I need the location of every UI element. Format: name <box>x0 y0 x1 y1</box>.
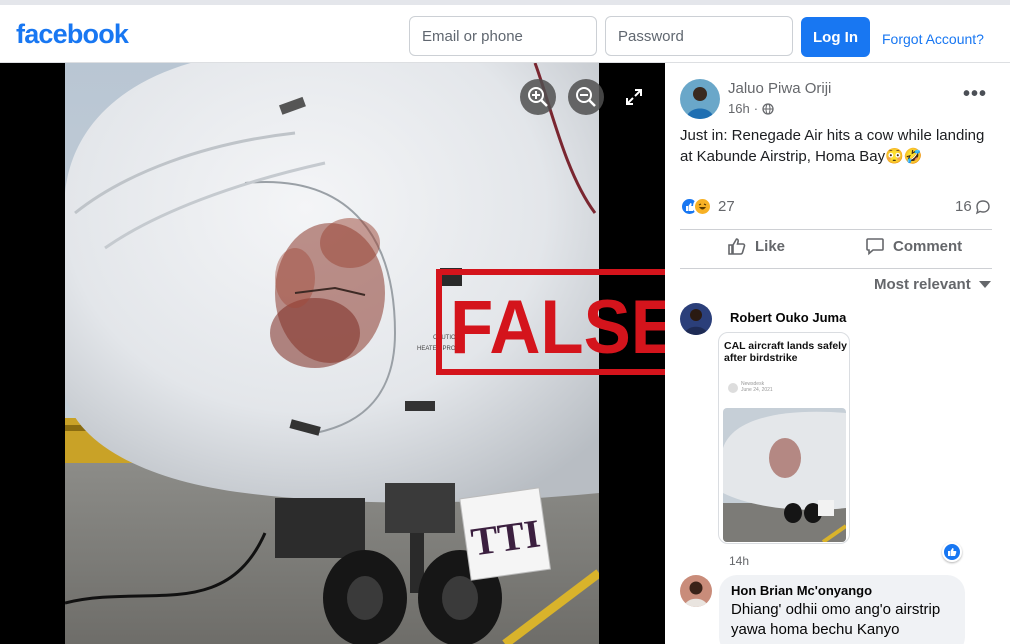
divider <box>680 268 992 269</box>
zoom-out-button[interactable] <box>568 79 604 115</box>
commenter-name[interactable]: Robert Ouko Juma <box>730 310 846 325</box>
card-source-avatar <box>728 383 738 393</box>
zoom-in-button[interactable] <box>520 79 556 115</box>
globe-icon <box>762 102 774 115</box>
commenter-name[interactable]: Hon Brian Mc'onyango <box>731 583 872 598</box>
expand-icon <box>626 89 642 105</box>
top-navigation-bar: facebook Log In Forgot Account? <box>0 0 1010 63</box>
post-author-name[interactable]: Jaluo Piwa Oriji <box>728 80 831 97</box>
sort-label: Most relevant <box>874 276 971 293</box>
shared-image-card[interactable]: CAL aircraft lands safely after birdstri… <box>718 332 850 544</box>
post-text: Just in: Renegade Air hits a cow while l… <box>680 127 985 165</box>
more-options-icon[interactable]: ••• <box>963 83 987 106</box>
card-source: Newsdesk June 24, 2021 <box>741 381 773 393</box>
divider <box>680 229 992 230</box>
false-stamp: FALSE <box>436 269 665 375</box>
comment-label: Comment <box>893 237 963 255</box>
comment-bubble-icon <box>975 199 990 214</box>
thumbs-up-icon <box>728 238 746 255</box>
forgot-account-link[interactable]: Forgot Account? <box>882 31 984 47</box>
comment-bubble: Hon Brian Mc'onyango Dhiang' odhii omo a… <box>719 575 965 644</box>
fullscreen-button[interactable] <box>624 87 644 107</box>
false-stamp-text: FALSE <box>450 285 665 370</box>
tail-label: TTI <box>468 510 543 564</box>
facebook-logo[interactable]: facebook <box>16 19 129 50</box>
comment-icon <box>866 238 884 256</box>
commenter-avatar[interactable] <box>680 575 712 607</box>
zoom-in-icon <box>528 87 548 107</box>
comment-count-value: 16 <box>955 198 972 215</box>
comment-time[interactable]: 14h <box>729 554 749 568</box>
like-icon <box>948 548 957 556</box>
comment-count[interactable]: 16 <box>955 198 991 215</box>
comment-sort-dropdown[interactable]: Most relevant <box>874 276 991 293</box>
post-meta: 16h · <box>728 101 774 116</box>
author-avatar[interactable] <box>680 79 720 119</box>
post-time[interactable]: 16h <box>728 101 750 116</box>
card-source-date: June 24, 2021 <box>741 387 773 393</box>
card-image <box>723 408 846 542</box>
post-side-panel: Jaluo Piwa Oriji 16h · ••• Just in: Rene… <box>665 63 1010 644</box>
email-field[interactable] <box>409 16 597 56</box>
login-button[interactable]: Log In <box>801 17 870 57</box>
zoom-out-icon <box>576 87 596 107</box>
comment-text: Dhiang' odhii omo ang'o airstrip yawa ho… <box>731 601 941 638</box>
commenter-avatar[interactable] <box>680 303 712 335</box>
comment-button[interactable]: Comment <box>865 236 962 256</box>
reaction-count: 27 <box>718 198 735 215</box>
like-label: Like <box>755 237 786 255</box>
card-headline: CAL aircraft lands safely after birdstri… <box>724 340 847 364</box>
reaction-summary[interactable]: 27 <box>680 197 735 216</box>
haha-reaction-icon <box>693 197 712 216</box>
photo-viewer: TTI CAUTION HEATED PROB FALSE <box>0 63 665 644</box>
comment-like-badge[interactable] <box>942 542 962 562</box>
caret-down-icon <box>978 280 991 288</box>
password-field[interactable] <box>605 16 793 56</box>
like-button[interactable]: Like <box>727 236 785 256</box>
dot-separator: · <box>753 101 759 116</box>
